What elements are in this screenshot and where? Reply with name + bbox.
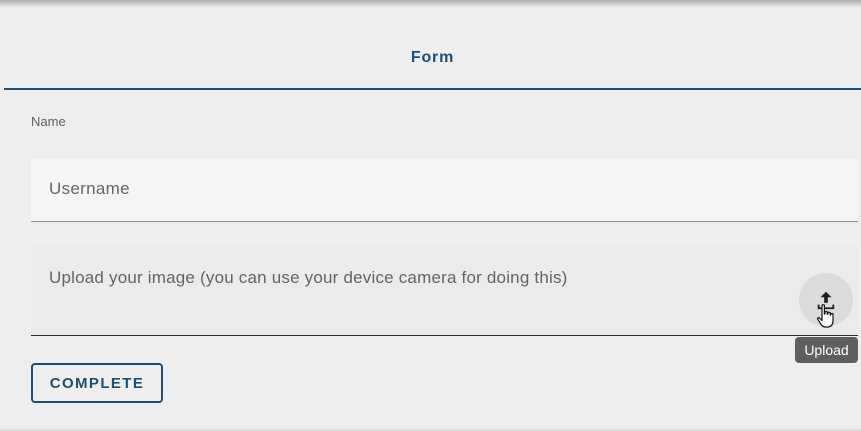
form-tab-bar: Form bbox=[4, 30, 861, 90]
upload-button[interactable] bbox=[799, 273, 853, 327]
complete-button[interactable]: COMPLETE bbox=[31, 363, 163, 403]
upload-tooltip: Upload bbox=[795, 337, 858, 363]
top-shadow bbox=[0, 0, 861, 8]
username-field[interactable] bbox=[31, 159, 858, 222]
image-upload-field[interactable]: Upload your image (you can use your devi… bbox=[31, 246, 858, 336]
upload-icon bbox=[817, 291, 835, 310]
username-input[interactable] bbox=[49, 176, 829, 202]
name-label: Name bbox=[31, 114, 66, 129]
tab-form[interactable]: Form bbox=[411, 49, 454, 67]
upload-placeholder: Upload your image (you can use your devi… bbox=[49, 268, 568, 287]
